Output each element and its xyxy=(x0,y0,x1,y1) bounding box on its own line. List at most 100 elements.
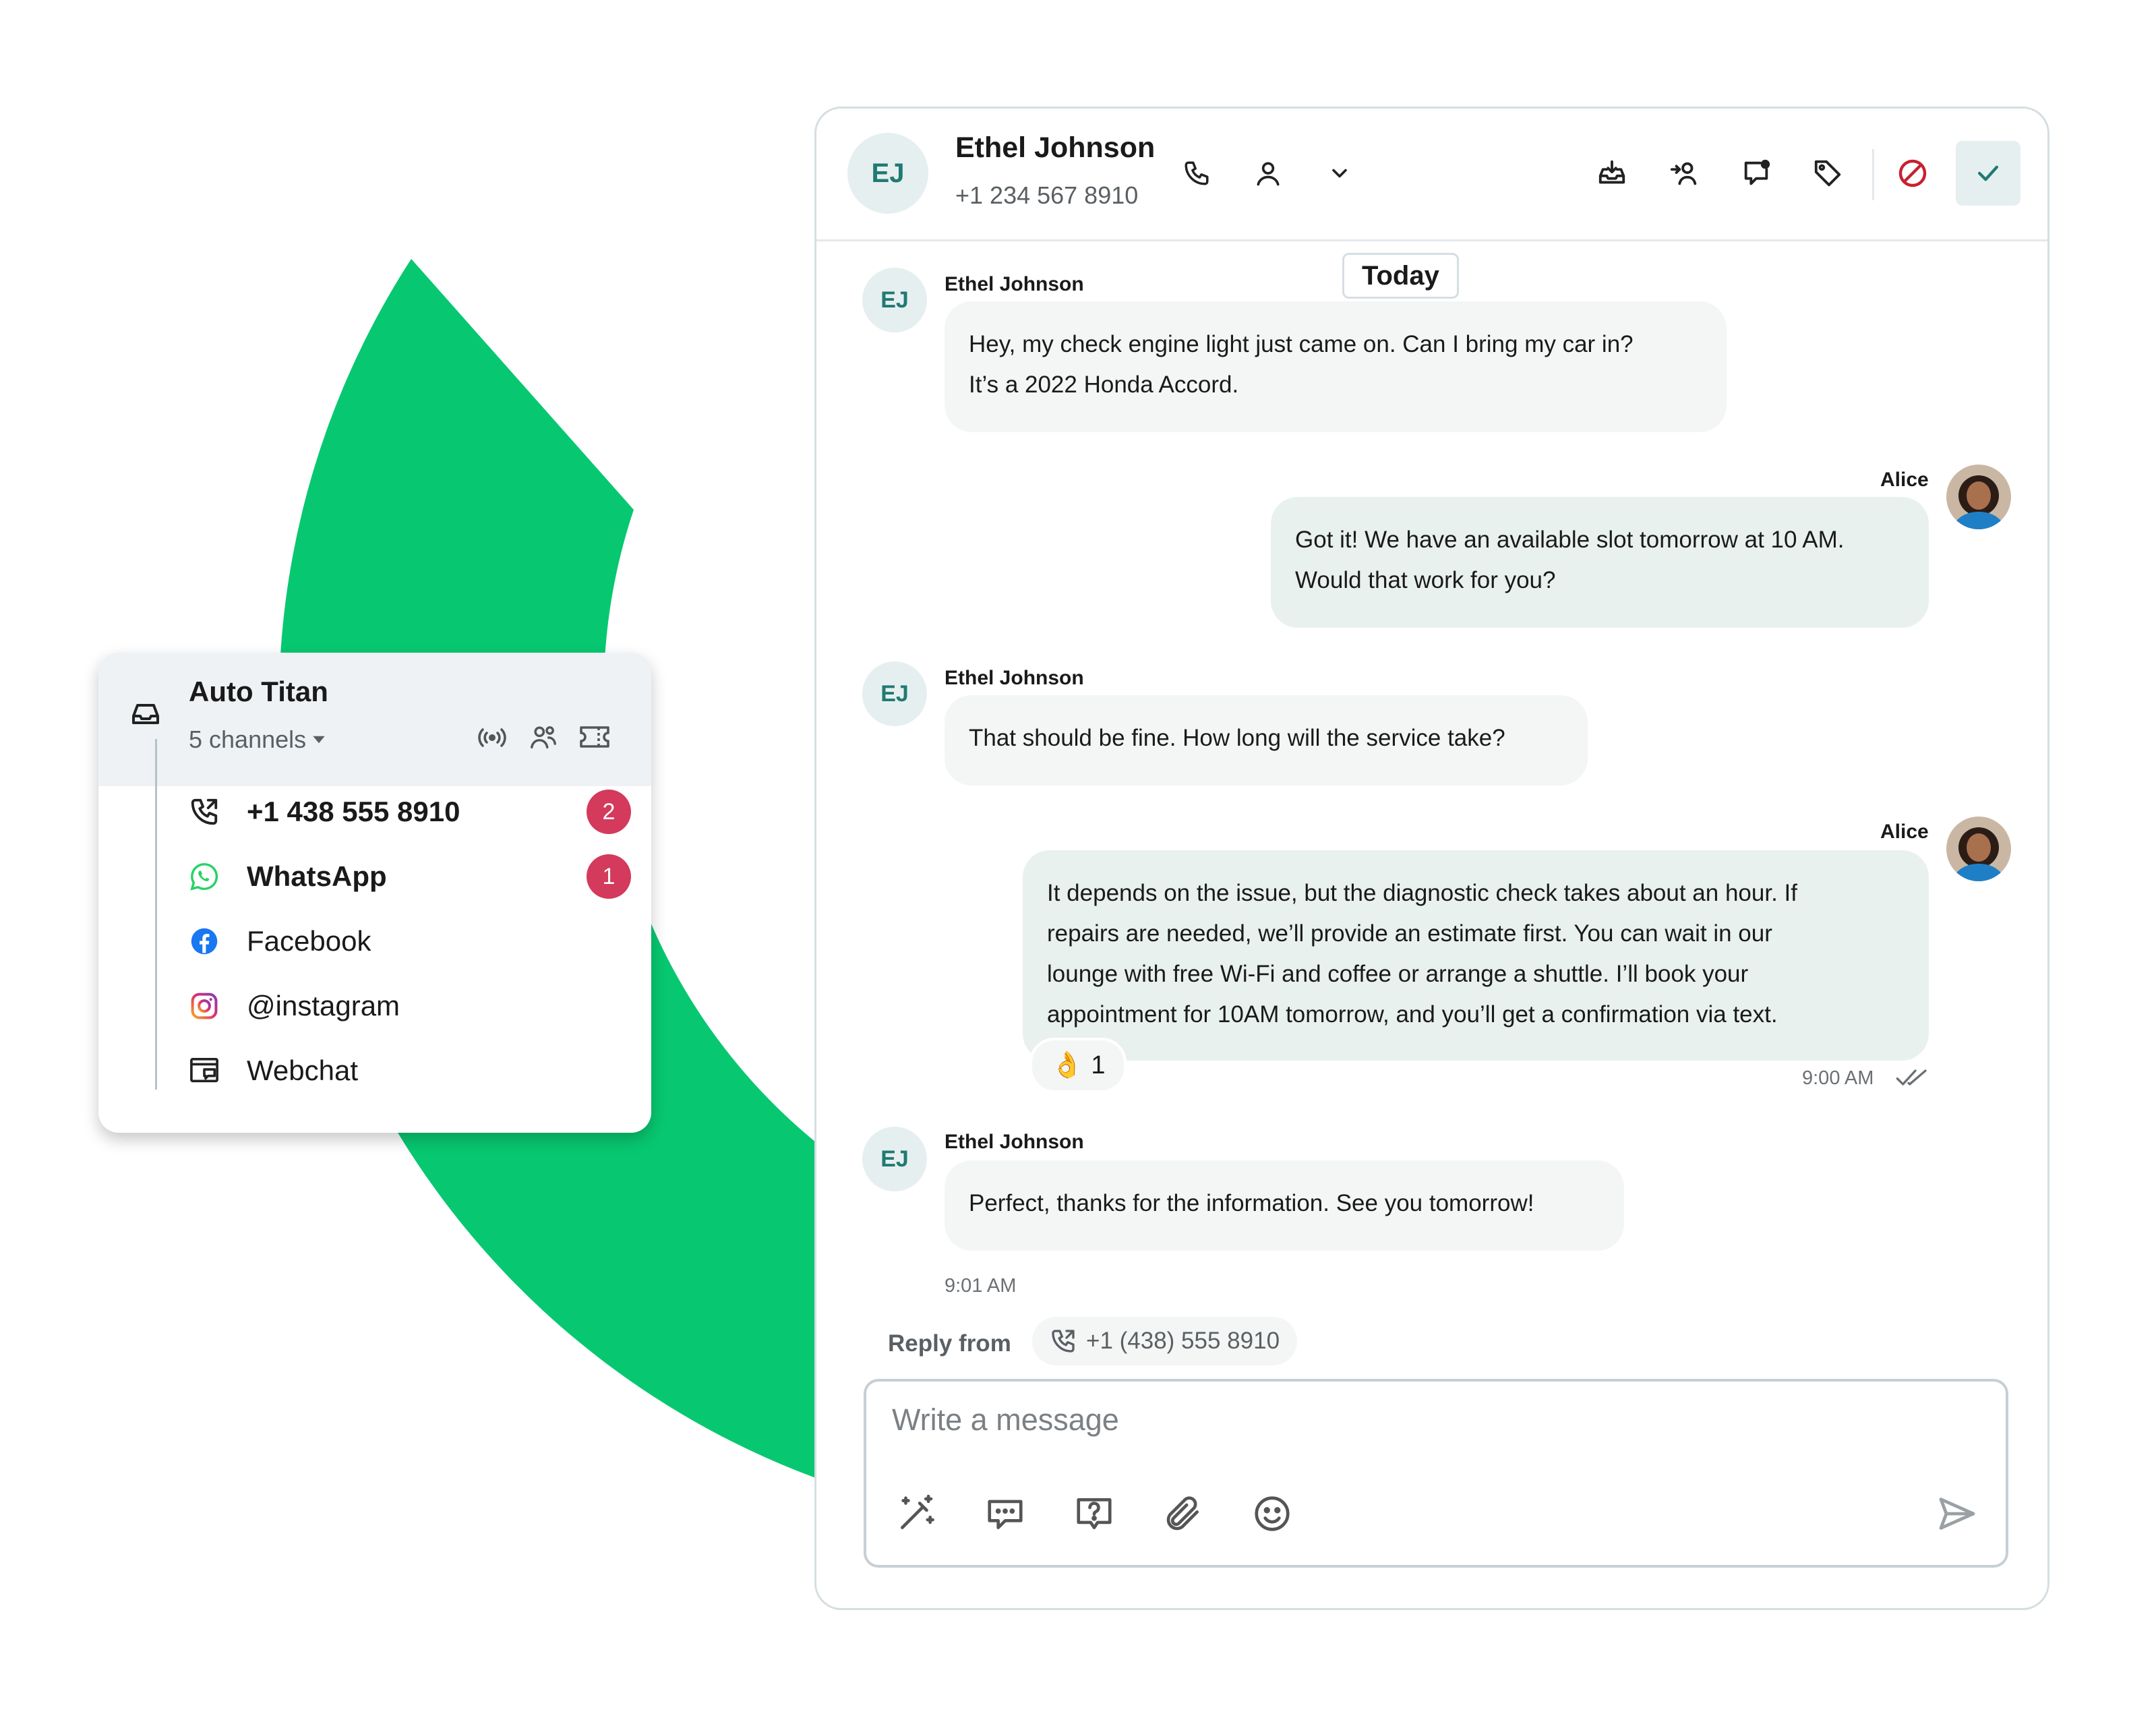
reply-channel-number: +1 (438) 555 8910 xyxy=(1086,1328,1280,1354)
reply-from-label: Reply from xyxy=(888,1330,1011,1357)
conversation-window: EJ Ethel Johnson +1 234 567 8910 Today E… xyxy=(814,107,2049,1610)
message-bubble-incoming: That should be fine. How long will the s… xyxy=(945,695,1588,786)
phone-transfer-icon xyxy=(1052,1330,1075,1353)
inbox-header: Auto Titan 5 channels xyxy=(98,653,651,786)
reaction-chip[interactable]: 👌 1 xyxy=(1029,1038,1127,1093)
comment-notification-icon xyxy=(1744,159,1770,185)
tag-icon xyxy=(1814,160,1841,187)
channel-label: WhatsApp xyxy=(247,860,387,892)
inbox-tray-icon xyxy=(129,700,162,727)
chat-dots-icon xyxy=(988,1500,1023,1529)
emoji-button[interactable] xyxy=(1247,1488,1298,1539)
ai-assist-button[interactable] xyxy=(891,1488,942,1539)
channel-label: +1 438 555 8910 xyxy=(247,796,460,827)
message-input[interactable] xyxy=(891,1402,1837,1438)
channel-item-phone[interactable]: +1 438 555 8910 2 xyxy=(186,785,631,839)
conversation-header: EJ Ethel Johnson +1 234 567 8910 xyxy=(816,109,2047,241)
date-separator: Today xyxy=(1342,253,1459,299)
block-button[interactable] xyxy=(1892,153,1933,194)
chevron-down-icon xyxy=(1332,169,1347,178)
checkmark-icon xyxy=(1977,165,1999,181)
channel-item-facebook[interactable]: Facebook xyxy=(186,914,631,968)
contact-avatar: EJ xyxy=(862,1127,927,1191)
channel-tree-line xyxy=(155,739,157,1090)
inbox-title: Auto Titan xyxy=(189,676,328,707)
assign-button[interactable] xyxy=(1665,153,1705,194)
caret-down-icon xyxy=(313,736,325,744)
message-line: Perfect, thanks for the information. See… xyxy=(969,1190,1534,1216)
header-divider xyxy=(1872,149,1874,200)
channel-item-instagram[interactable]: @instagram xyxy=(186,979,631,1033)
contact-profile-button[interactable] xyxy=(1248,153,1288,194)
channel-label: @instagram xyxy=(247,990,400,1021)
reaction-count: 1 xyxy=(1091,1050,1106,1079)
contact-avatar: EJ xyxy=(847,133,928,214)
message-sender: Alice xyxy=(1880,469,1929,491)
message-composer xyxy=(864,1379,2008,1568)
canned-responses-button[interactable] xyxy=(980,1488,1031,1539)
message-line: Got it! We have an available slot tomorr… xyxy=(1295,527,1845,553)
channel-label: Webchat xyxy=(247,1055,358,1086)
read-receipt-icon xyxy=(1895,1066,1929,1089)
call-button[interactable] xyxy=(1176,153,1217,194)
send-icon xyxy=(1939,1498,1975,1530)
channels-dropdown[interactable]: 5 channels xyxy=(189,725,326,754)
unread-badge: 1 xyxy=(587,854,631,899)
message-line: appointment for 10AM tomorrow, and you’l… xyxy=(1047,1001,1778,1028)
message-bubble-incoming: Hey, my check engine light just came on.… xyxy=(945,301,1727,432)
unread-badge: 2 xyxy=(587,790,631,834)
message-bubble-outgoing: Got it! We have an available slot tomorr… xyxy=(1271,497,1929,628)
paperclip-icon xyxy=(1166,1496,1199,1531)
message-bubble-incoming: Perfect, thanks for the information. See… xyxy=(945,1160,1624,1251)
message-line: lounge with free Wi-Fi and coffee or arr… xyxy=(1047,961,1749,987)
faq-button[interactable] xyxy=(1069,1488,1120,1539)
team-icon[interactable] xyxy=(527,721,560,752)
assign-user-icon xyxy=(1670,162,1697,185)
reply-channel-selector[interactable]: +1 (438) 555 8910 xyxy=(1032,1317,1298,1365)
attach-file-button[interactable] xyxy=(1158,1488,1209,1539)
inbox-tray-icon xyxy=(1598,160,1625,184)
contact-name: Ethel Johnson xyxy=(955,131,1156,164)
tag-button[interactable] xyxy=(1807,153,1848,194)
magic-wand-icon xyxy=(901,1494,934,1529)
user-icon xyxy=(1257,162,1280,186)
more-options-button[interactable] xyxy=(1319,153,1360,194)
message-line: It depends on the issue, but the diagnos… xyxy=(1047,880,1797,906)
channel-item-webchat[interactable]: Webchat xyxy=(186,1044,631,1098)
channel-item-whatsapp[interactable]: WhatsApp 1 xyxy=(186,850,631,904)
ticket-icon[interactable] xyxy=(578,723,611,751)
contact-avatar: EJ xyxy=(862,661,927,726)
question-bubble-icon xyxy=(1077,1498,1112,1529)
message-line: Would that work for you? xyxy=(1295,567,1556,593)
message-sender: Alice xyxy=(1880,821,1929,843)
message-line: Hey, my check engine light just came on.… xyxy=(969,331,1634,357)
message-bubble-outgoing: It depends on the issue, but the diagnos… xyxy=(1023,850,1929,1061)
smiley-icon xyxy=(1255,1496,1290,1531)
channels-count: 5 channels xyxy=(189,725,307,753)
message-sender: Ethel Johnson xyxy=(945,1131,1084,1153)
message-timestamp: 9:01 AM xyxy=(945,1275,1017,1297)
ok-hand-emoji-icon: 👌 xyxy=(1051,1051,1083,1079)
contact-phone: +1 234 567 8910 xyxy=(955,181,1139,209)
send-button[interactable] xyxy=(1932,1488,1983,1539)
message-timestamp: 9:00 AM xyxy=(1802,1067,1874,1089)
resolve-button[interactable] xyxy=(1956,141,2020,206)
move-to-inbox-button[interactable] xyxy=(1592,153,1632,194)
phone-icon xyxy=(186,794,222,830)
whatsapp-icon xyxy=(186,858,222,895)
channel-label: Facebook xyxy=(247,925,371,957)
add-note-button[interactable] xyxy=(1736,153,1776,194)
message-sender: Ethel Johnson xyxy=(945,667,1084,689)
phone-icon xyxy=(1185,161,1209,185)
webchat-icon xyxy=(186,1053,222,1089)
instagram-icon xyxy=(186,988,222,1024)
message-line: That should be fine. How long will the s… xyxy=(969,725,1505,751)
agent-avatar xyxy=(1946,817,2011,881)
message-sender: Ethel Johnson xyxy=(945,273,1084,295)
facebook-icon xyxy=(186,923,222,959)
message-line: It’s a 2022 Honda Accord. xyxy=(969,372,1239,398)
inbox-channels-card: Auto Titan 5 channels +1 438 555 8910 2 … xyxy=(98,653,651,1133)
block-icon xyxy=(1898,159,1927,187)
contact-avatar: EJ xyxy=(862,268,927,332)
broadcast-icon[interactable] xyxy=(476,724,508,751)
